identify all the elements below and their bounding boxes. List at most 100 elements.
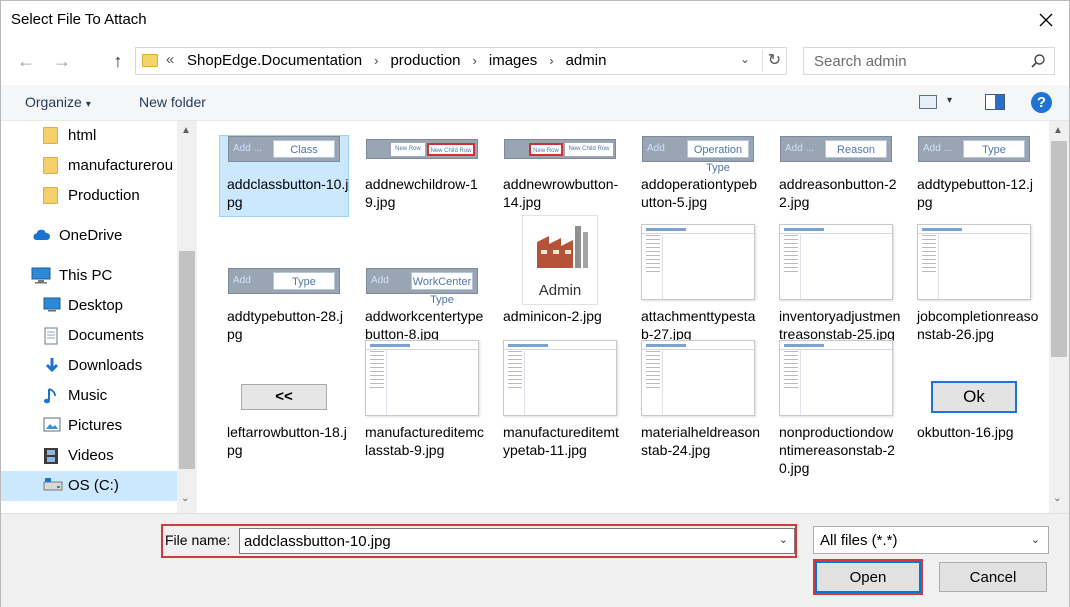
search-input[interactable]: Search admin [803,47,1055,75]
file-thumbnail: New Row New Child Row [357,129,487,169]
preview-pane-icon[interactable] [985,94,1005,110]
navigation-row: ← → ↑ « ShopEdge.Documentation › product… [1,39,1069,83]
chevron-down-icon: ⌄ [1030,534,1040,546]
file-item[interactable]: materialheldreasonstab-24.jpg [633,340,763,487]
thumb-right-text: Type [273,272,335,290]
sidebar-item-this-pc[interactable]: This PC [1,261,177,291]
desktop-icon [43,297,61,316]
chevron-down-icon[interactable]: ⌄ [779,533,788,546]
change-view-icon[interactable] [919,95,937,109]
scroll-down-icon[interactable]: ⌄ [1053,493,1061,504]
forward-arrow-icon: → [53,50,71,71]
scroll-up-icon[interactable]: ▲ [1053,125,1063,136]
bottom-panel: File name: ⌄ All files (*.*) ⌄ Open Canc… [1,513,1069,607]
breadcrumb-item[interactable]: images [486,52,540,69]
file-thumbnail: Add Operation Type [633,129,763,174]
file-dialog: Select File To Attach ← → ↑ « ShopEdge.D… [0,0,1070,607]
file-thumbnail [495,339,625,417]
file-thumbnail [633,339,763,417]
sidebar-item-label: Pictures [68,417,123,434]
file-thumbnail: Add ... Class [219,129,349,169]
sidebar-item-documents[interactable]: Documents [1,321,177,351]
sidebar-item-pictures[interactable]: Pictures [1,411,177,441]
forward-button[interactable]: → [49,49,75,73]
thumb-caption: Admin [538,282,582,299]
breadcrumb-overflow-icon[interactable]: « [166,51,174,68]
refresh-icon[interactable]: ↻ [762,50,786,72]
thumb-tab-text: New Child Row [427,143,475,156]
file-item[interactable]: manufactureditemtypetab-11.jpg [495,340,625,487]
scrollbar-thumb[interactable] [179,251,195,469]
navigation-scrollbar[interactable]: ▲ ⌄ [177,121,197,513]
address-bar[interactable]: « ShopEdge.Documentation › production › … [135,47,787,75]
file-thumbnail: Ok [909,377,1039,417]
up-button[interactable]: ↑ [105,49,131,73]
open-button[interactable]: Open [813,559,923,595]
breadcrumb-separator-icon[interactable]: › [464,53,486,68]
breadcrumb-item[interactable]: production [387,52,463,69]
breadcrumb-item[interactable]: ShopEdge.Documentation [184,52,365,69]
view-options-dropdown-icon[interactable]: ▾ [947,95,952,106]
file-name-input[interactable] [240,529,760,553]
file-name-label: okbutton-16.jpg [917,424,1014,440]
file-type-select[interactable]: All files (*.*) ⌄ [813,526,1049,554]
folder-icon [43,127,58,144]
file-item[interactable]: Add Type addtypebutton-28.jpg [219,261,349,371]
sidebar-item-os-c[interactable]: OS (C:) [1,471,177,501]
search-icon[interactable] [1030,53,1046,69]
sidebar-item-label: Desktop [68,297,124,314]
file-name-label: manufactureditemclasstab-9.jpg [365,424,485,458]
sidebar-item-downloads[interactable]: Downloads [1,351,177,381]
chevron-down-icon: ▾ [85,99,91,110]
sidebar-item-label: Production [68,187,140,204]
sidebar-item-music[interactable]: Music [1,381,177,411]
file-item[interactable]: Ok okbutton-16.jpg [909,377,1039,487]
factory-icon [537,226,588,268]
sidebar-item-manufacturerou[interactable]: manufacturerou [1,151,177,181]
scroll-up-icon[interactable]: ▲ [181,125,191,136]
file-name-label: manufactureditemtypetab-11.jpg [503,424,619,458]
folder-icon [142,54,158,67]
back-arrow-icon: ← [17,50,35,71]
new-folder-button[interactable]: New folder [139,94,206,110]
file-item[interactable]: jobcompletionreasonstab-26.jpg [909,224,1039,371]
sidebar-item-label: html [68,127,97,144]
sidebar-item-label: Videos [68,447,114,464]
organize-label: Organize [25,94,82,110]
file-name-label: addoperationtypebutton-5.jpg [641,176,757,210]
sidebar-item-desktop[interactable]: Desktop [1,291,177,321]
file-name-label: File name: [165,532,231,548]
file-item[interactable]: Add ... Class addclassbutton-10.jpg [219,129,349,239]
breadcrumb-item[interactable]: admin [563,52,610,69]
close-button[interactable] [1023,1,1069,39]
address-history-dropdown-icon[interactable]: ⌄ [740,52,750,66]
file-item[interactable]: manufactureditemclasstab-9.jpg [357,340,487,487]
organize-button[interactable]: Organize ▾ [25,94,91,110]
command-bar: Organize ▾ New folder ▾ ? [1,85,1069,121]
breadcrumb: ShopEdge.Documentation › production › im… [184,52,609,69]
help-icon[interactable]: ? [1031,92,1052,113]
file-item[interactable]: New Row New Child Row addnewchildrow-19.jp… [357,129,487,239]
sidebar-item-label: This PC [59,267,113,284]
file-name-field[interactable]: ⌄ [239,528,795,554]
file-thumbnail: << [219,377,349,417]
scroll-down-icon[interactable]: ⌄ [181,493,189,504]
sidebar-item-production[interactable]: Production [1,181,177,211]
file-list-scrollbar[interactable]: ▲ ⌄ [1049,121,1069,513]
breadcrumb-separator-icon[interactable]: › [540,53,562,68]
thumb-left-text: Add ... [233,143,262,154]
file-thumbnail: New Row New Child Row [495,129,625,169]
sidebar-item-html[interactable]: html [1,121,177,151]
file-name-label: addtypebutton-28.jpg [227,308,343,342]
file-thumbnail: Add ... Reason [771,129,901,169]
file-thumbnail [357,339,487,417]
breadcrumb-separator-icon[interactable]: › [365,53,387,68]
file-item[interactable]: nonproductiondowntimereasonstab-20.jpg [771,340,901,487]
file-item[interactable]: << leftarrowbutton-18.jpg [219,377,349,487]
sidebar-item-onedrive[interactable]: OneDrive [1,221,177,251]
thumb-right-text: WorkCenter Type [411,272,473,306]
cancel-button[interactable]: Cancel [939,562,1047,592]
scrollbar-thumb[interactable] [1051,141,1067,357]
back-button[interactable]: ← [13,49,39,73]
sidebar-item-videos[interactable]: Videos [1,441,177,471]
